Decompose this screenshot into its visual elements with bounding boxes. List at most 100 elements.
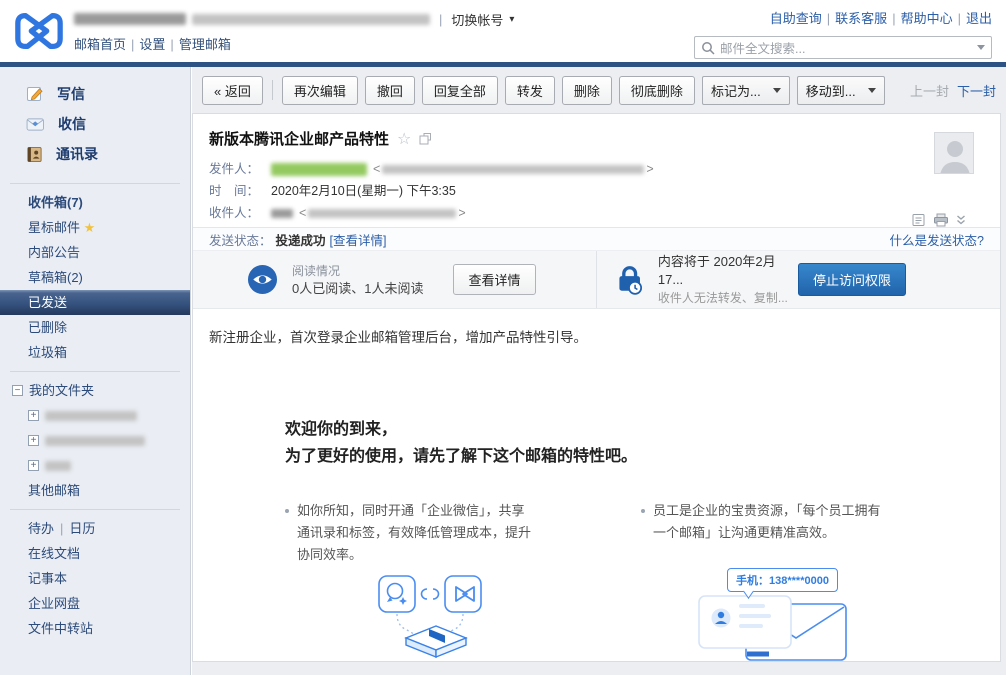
expand-icon[interactable] [28, 435, 39, 446]
chevron-double-down-icon[interactable] [956, 214, 966, 226]
main-area: « 返回 再次编辑 撤回 回复全部 转发 删除 彻底删除 标记为... 移动到.… [192, 67, 1006, 675]
status-panel: 阅读情况 0人已阅读、1人未阅读 查看详情 内容将于 2020年2月17... … [193, 250, 1000, 309]
back-button[interactable]: « 返回 [202, 76, 263, 105]
contacts-label: 通讯录 [56, 144, 98, 164]
bracket: > [646, 158, 653, 180]
previous-mail-link[interactable]: 上一封 [910, 84, 949, 99]
sidebar-custom-folder[interactable] [0, 428, 190, 453]
nav-settings[interactable]: 设置 [139, 37, 165, 52]
expire-section: 内容将于 2020年2月17... 收件人无法转发、复制... 停止访问权限 [597, 251, 1001, 308]
bracket: < [373, 158, 380, 180]
switch-account-link[interactable]: 切换帐号 [451, 10, 503, 29]
sidebar-my-folders[interactable]: 我的文件夹 [0, 378, 190, 403]
next-mail-link[interactable]: 下一封 [957, 84, 996, 99]
welcome-line1: 欢迎你的到来， [285, 416, 637, 443]
forward-button[interactable]: 转发 [505, 76, 555, 105]
sidebar-folder-announcements[interactable]: 内部公告 [0, 240, 190, 265]
sidebar: 写信 收信 通讯录 收件箱(7) 星标邮件 ★ 内部公告 草稿箱(2) 已发送 … [0, 67, 191, 675]
reply-all-button[interactable]: 回复全部 [422, 76, 498, 105]
sidebar-other-mailbox[interactable]: 其他邮箱 [0, 478, 190, 503]
separator: | [439, 12, 442, 27]
favorite-star-icon[interactable]: ☆ [397, 129, 411, 149]
edit-again-button[interactable]: 再次编辑 [282, 76, 358, 105]
search-options-arrow-icon[interactable] [977, 45, 985, 50]
time-label: 时 间： [209, 180, 271, 202]
separator: | [131, 37, 134, 52]
delete-button[interactable]: 删除 [562, 76, 612, 105]
expand-icon[interactable] [28, 410, 39, 421]
sidebar-item-calendar[interactable]: 日历 [69, 521, 95, 536]
chevron-down-icon [773, 88, 781, 93]
sender-avatar [934, 132, 974, 174]
sidebar-folder-inbox[interactable]: 收件箱(7) [0, 190, 190, 215]
search-placeholder: 邮件全文搜索... [720, 38, 977, 57]
print-icon[interactable] [933, 213, 949, 227]
read-status-title: 阅读情况 [292, 262, 423, 280]
expire-line1: 内容将于 2020年2月17... [658, 253, 798, 289]
collapse-icon[interactable] [12, 385, 23, 396]
separator: | [827, 11, 830, 26]
my-folders-label: 我的文件夹 [29, 378, 94, 403]
mail-search-input[interactable]: 邮件全文搜索... [694, 36, 992, 59]
folder-name-redacted [45, 436, 145, 446]
delete-forever-button[interactable]: 彻底删除 [619, 76, 695, 105]
search-icon [701, 41, 715, 55]
recall-button[interactable]: 撤回 [365, 76, 415, 105]
sidebar-folder-spam[interactable]: 垃圾箱 [0, 340, 190, 365]
send-status-row: 发送状态： 投递成功 [查看详情] 什么是发送状态? [193, 227, 1000, 250]
recipient-email-redacted [308, 209, 456, 218]
feature-bullet-employee: 员工是企业的宝贵资源，「每个员工拥有一个邮箱」让沟通更精准高效。 [641, 500, 889, 544]
separator: | [892, 11, 895, 26]
folder-name-redacted [45, 461, 71, 471]
read-status-section: 阅读情况 0人已阅读、1人未阅读 查看详情 [193, 251, 597, 308]
expand-icon[interactable] [28, 460, 39, 471]
link-logout[interactable]: 退出 [966, 11, 992, 26]
sidebar-custom-folder[interactable] [0, 403, 190, 428]
sidebar-item-notebook[interactable]: 记事本 [28, 571, 67, 586]
sidebar-item-file-transfer[interactable]: 文件中转站 [28, 621, 93, 636]
sender-name-redacted [271, 163, 367, 176]
send-status-label: 发送状态： [209, 230, 272, 249]
time-value: 2020年2月10日(星期一) 下午3:35 [271, 180, 456, 202]
receive-mail-button[interactable]: 收信 [0, 109, 190, 139]
link-self-query[interactable]: 自助查询 [770, 11, 822, 26]
sidebar-folder-sent[interactable]: 已发送 [0, 290, 190, 315]
compose-button[interactable]: 写信 [0, 79, 190, 109]
folder-name-redacted [45, 411, 137, 421]
sidebar-item-todo[interactable]: 待办 [28, 521, 54, 536]
mail-body-intro: 新注册企业，首次登录企业邮箱管理后台，增加产品特性引导。 [209, 326, 587, 346]
bracket: > [458, 202, 465, 224]
nav-manage-mailbox[interactable]: 管理邮箱 [179, 37, 231, 52]
link-contact-support[interactable]: 联系客服 [835, 11, 887, 26]
illustration-shared-contacts [361, 572, 511, 667]
nav-mail-home[interactable]: 邮箱首页 [74, 37, 126, 52]
sidebar-todo-calendar: 待办|日历 [0, 516, 190, 541]
stop-access-button[interactable]: 停止访问权限 [798, 263, 906, 296]
switch-account-arrow-icon[interactable]: ▾ [509, 14, 514, 25]
separator: | [170, 37, 173, 52]
sidebar-item-enterprise-drive[interactable]: 企业网盘 [28, 596, 80, 611]
mark-as-dropdown[interactable]: 标记为... [702, 76, 790, 105]
link-help-center[interactable]: 帮助中心 [901, 11, 953, 26]
sidebar-folder-starred[interactable]: 星标邮件 ★ [0, 215, 190, 240]
mail-meta: 发件人： < > 时 间： 2020年2月10日(星期一) 下午3:35 收件人… [209, 158, 656, 224]
bracket: < [299, 202, 306, 224]
avatar-silhouette-icon [935, 133, 974, 174]
send-status-detail-link[interactable]: [查看详情] [330, 230, 387, 249]
feature-bullet-wechat: 如你所知，同时开通「企业微信」，共享通讯录和标签，有效降低管理成本，提升协同效率… [285, 500, 533, 566]
what-is-send-status-link[interactable]: 什么是发送状态? [890, 230, 984, 249]
move-to-dropdown[interactable]: 移动到... [797, 76, 885, 105]
view-read-details-button[interactable]: 查看详情 [453, 264, 535, 295]
sidebar-custom-folder[interactable] [0, 453, 190, 478]
welcome-line2: 为了更好的使用，请先了解下这个邮箱的特性吧。 [285, 443, 637, 470]
sidebar-folder-deleted[interactable]: 已删除 [0, 315, 190, 340]
send-status-value: 投递成功 [276, 230, 326, 249]
note-icon[interactable] [912, 213, 926, 227]
open-in-new-window-icon[interactable] [419, 132, 432, 145]
account-email-redacted [192, 14, 430, 25]
sidebar-item-online-docs[interactable]: 在线文档 [28, 546, 80, 561]
sidebar-folder-drafts[interactable]: 草稿箱(2) [0, 265, 190, 290]
contacts-button[interactable]: 通讯录 [0, 139, 190, 169]
account-line: | 切换帐号 ▾ [74, 11, 514, 27]
expire-line2: 收件人无法转发、复制... [658, 289, 798, 307]
